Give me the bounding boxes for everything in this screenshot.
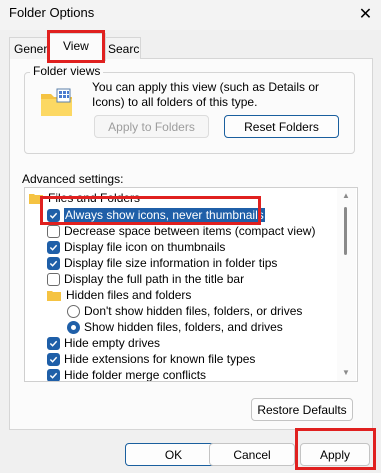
ok-button[interactable]: OK bbox=[125, 443, 222, 466]
advanced-settings-list[interactable]: Files and Folders Always show icons, nev… bbox=[24, 187, 358, 382]
window-title: Folder Options bbox=[9, 5, 95, 20]
scroll-up-icon[interactable]: ▲ bbox=[342, 191, 350, 200]
list-item[interactable]: Hide folder merge conflicts bbox=[47, 367, 207, 382]
tab-view-label: View bbox=[63, 39, 89, 53]
list-item-label: Don't show hidden files, folders, or dri… bbox=[84, 304, 303, 318]
list-item-label: Always show icons, never thumbnails bbox=[64, 208, 265, 222]
list-item-label: Display file size information in folder … bbox=[64, 256, 278, 270]
checkbox[interactable] bbox=[47, 240, 60, 254]
folder-views-description: You can apply this view (such as Details… bbox=[92, 80, 320, 109]
list-item-label: Display file icon on thumbnails bbox=[64, 240, 226, 254]
scroll-down-icon[interactable]: ▼ bbox=[342, 368, 350, 377]
apply-to-folders-button[interactable]: Apply to Folders bbox=[94, 115, 209, 138]
list-item-label: Hidden files and folders bbox=[66, 288, 192, 302]
close-icon: ✕ bbox=[358, 6, 373, 23]
scroll-thumb[interactable] bbox=[344, 207, 347, 255]
cancel-button[interactable]: Cancel bbox=[209, 443, 295, 466]
checkbox[interactable] bbox=[47, 208, 60, 222]
list-item[interactable]: Always show icons, never thumbnails bbox=[47, 207, 265, 223]
radio-button[interactable] bbox=[67, 304, 80, 318]
list-item-label: Display the full path in the title bar bbox=[64, 272, 245, 286]
checkbox[interactable] bbox=[47, 256, 60, 270]
folder-icon bbox=[29, 193, 43, 204]
close-button[interactable]: ✕ bbox=[350, 0, 381, 28]
checkbox[interactable] bbox=[47, 368, 60, 381]
list-item[interactable]: Display file size information in folder … bbox=[47, 255, 277, 271]
advanced-settings-label: Advanced settings: bbox=[22, 172, 124, 186]
list-item[interactable]: Display file icon on thumbnails bbox=[47, 239, 225, 255]
list-item[interactable]: Don't show hidden files, folders, or dri… bbox=[67, 303, 302, 319]
list-item[interactable]: Hide extensions for known file types bbox=[47, 351, 255, 367]
checkbox[interactable] bbox=[47, 224, 60, 238]
list-item-label: Show hidden files, folders, and drives bbox=[84, 320, 283, 334]
list-item[interactable]: Hide empty drives bbox=[47, 335, 160, 351]
list-item[interactable]: Show hidden files, folders, and drives bbox=[67, 319, 283, 335]
tab-search-label: Search bbox=[108, 42, 140, 56]
list-item[interactable]: Decrease space between items (compact vi… bbox=[47, 223, 315, 239]
list-item-label: Files and Folders bbox=[48, 191, 141, 205]
folder-icon bbox=[47, 290, 61, 301]
apply-button[interactable]: Apply bbox=[300, 443, 370, 466]
list-item[interactable]: Display the full path in the title bar bbox=[47, 271, 244, 287]
checkbox[interactable] bbox=[47, 272, 60, 286]
tab-search[interactable]: Search bbox=[103, 37, 141, 59]
checkbox[interactable] bbox=[47, 352, 60, 366]
list-item-label: Decrease space between items (compact vi… bbox=[64, 224, 316, 238]
list-item: Files and Folders bbox=[29, 190, 140, 206]
list-item-label: Hide extensions for known file types bbox=[64, 352, 256, 366]
list-item-label: Hide folder merge conflicts bbox=[64, 368, 207, 382]
list-item: Hidden files and folders bbox=[47, 287, 191, 303]
restore-defaults-button[interactable]: Restore Defaults bbox=[251, 398, 353, 421]
folder-views-label: Folder views bbox=[30, 64, 104, 78]
folder-grid-icon bbox=[40, 88, 74, 118]
radio-button[interactable] bbox=[67, 320, 80, 334]
list-item-label: Hide empty drives bbox=[64, 336, 161, 350]
reset-folders-button[interactable]: Reset Folders bbox=[224, 115, 339, 138]
checkbox[interactable] bbox=[47, 336, 60, 350]
tab-view[interactable]: View bbox=[48, 33, 106, 61]
